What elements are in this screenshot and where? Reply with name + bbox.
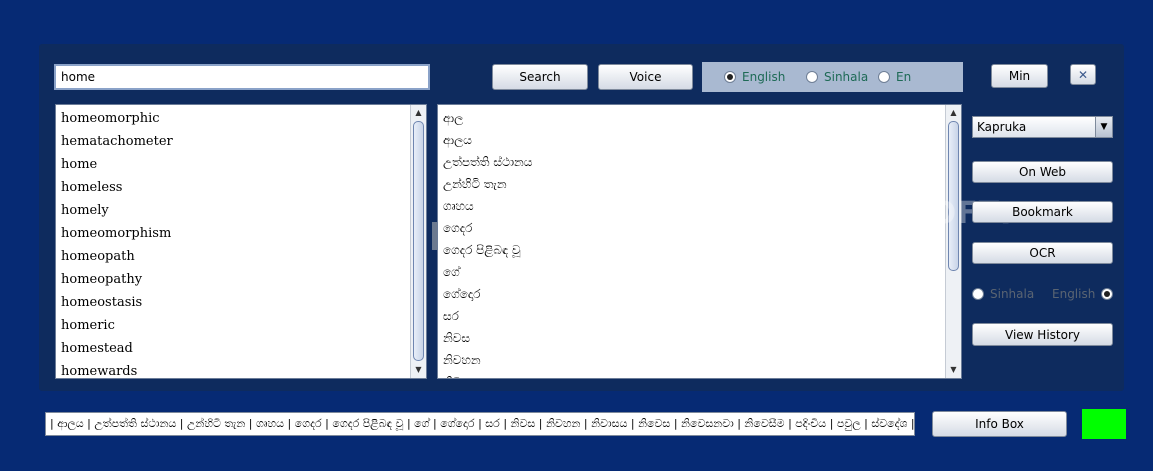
ocr-button[interactable]: OCR (972, 242, 1113, 264)
translation-item[interactable]: ගෘහය (438, 195, 961, 217)
scroll-thumb[interactable] (413, 121, 424, 361)
search-input[interactable] (54, 64, 430, 90)
scroll-down-icon[interactable]: ▼ (411, 363, 426, 377)
translation-item[interactable]: ආල (438, 107, 961, 129)
suggestion-item[interactable]: homeomorphism (56, 222, 426, 245)
translations-list[interactable]: ආල ආලය උත්පත්ති ස්ථානය උන්හිටි තැන ගෘහය ගෙදර ග… (437, 104, 962, 379)
scroll-down-icon[interactable]: ▼ (946, 363, 961, 377)
radio-english-label: English (742, 70, 786, 84)
min-button[interactable]: Min (991, 64, 1048, 88)
translation-status-bar: | ආලය | උත්පත්ති ස්ථානය | උන්හිටි තැන | … (45, 412, 915, 436)
suggestion-item[interactable]: homely (56, 199, 426, 222)
translation-item[interactable]: ගේදොර (438, 283, 961, 305)
ocr-radio-english-dot[interactable] (1101, 288, 1114, 300)
suggestions-list[interactable]: homeomorphic hematachometer home homeless ho… (55, 104, 427, 379)
translation-item[interactable]: ගෙදර (438, 217, 961, 239)
radio-en[interactable]: En (878, 70, 911, 84)
bookmark-button[interactable]: Bookmark (972, 201, 1113, 223)
radio-sinhala-dot[interactable] (806, 71, 818, 83)
search-button[interactable]: Search (492, 64, 588, 90)
translation-item[interactable]: නිව (438, 371, 961, 378)
suggestion-item[interactable]: homestead (56, 337, 426, 360)
info-box-button[interactable]: Info Box (932, 411, 1067, 437)
translation-item[interactable]: ගෙදර පිළිබඳ වූ (438, 239, 961, 261)
suggestion-item[interactable]: hematachometer (56, 130, 426, 153)
suggestion-item[interactable]: homeric (56, 314, 426, 337)
translation-item[interactable]: නිවස (438, 327, 961, 349)
ocr-radio-sinhala-label: Sinhala (990, 287, 1035, 301)
radio-en-label: En (896, 70, 912, 84)
suggestion-item[interactable]: homeopathy (56, 268, 426, 291)
language-radio-group: English Sinhala En (702, 62, 963, 92)
radio-english[interactable]: English (724, 70, 785, 84)
ocr-radio-sinhala-dot[interactable] (972, 288, 984, 300)
radio-sinhala-label: Sinhala (824, 70, 869, 84)
suggestion-item[interactable]: homeopath (56, 245, 426, 268)
scroll-up-icon[interactable]: ▲ (411, 106, 426, 120)
translation-item[interactable]: ගේ (438, 261, 961, 283)
suggestion-item[interactable]: homewards (56, 360, 426, 378)
suggestions-scrollbar[interactable]: ▲ ▼ (410, 105, 426, 378)
status-indicator (1082, 409, 1126, 439)
close-button[interactable]: ✕ (1070, 64, 1096, 85)
radio-sinhala[interactable]: Sinhala (806, 70, 868, 84)
translation-item[interactable]: නිවහන (438, 349, 961, 371)
ocr-radio-english-label: English (1052, 287, 1096, 301)
suggestion-item[interactable]: homeostasis (56, 291, 426, 314)
scroll-up-icon[interactable]: ▲ (946, 106, 961, 120)
translation-item[interactable]: උත්පත්ති ස්ථානය (438, 151, 961, 173)
suggestion-item[interactable]: homeless (56, 176, 426, 199)
suggestion-item[interactable]: homeomorphic (56, 107, 426, 130)
view-history-button[interactable]: View History (972, 323, 1113, 346)
translation-item[interactable]: උන්හිටි තැන (438, 173, 961, 195)
dictionary-dropdown[interactable]: Kapruka ▼ (972, 116, 1113, 138)
suggestion-item[interactable]: home (56, 153, 426, 176)
translation-item[interactable]: සර (438, 305, 961, 327)
dropdown-value: Kapruka (977, 120, 1027, 134)
on-web-button[interactable]: On Web (972, 161, 1113, 183)
voice-button[interactable]: Voice (598, 64, 693, 90)
radio-english-dot[interactable] (724, 71, 736, 83)
ocr-radio-sinhala[interactable]: Sinhala (972, 287, 1034, 301)
radio-en-dot[interactable] (878, 71, 890, 83)
translation-item[interactable]: ආලය (438, 129, 961, 151)
chevron-down-icon[interactable]: ▼ (1095, 117, 1112, 137)
translations-scrollbar[interactable]: ▲ ▼ (945, 105, 961, 378)
ocr-radio-english[interactable]: English (1052, 287, 1119, 301)
